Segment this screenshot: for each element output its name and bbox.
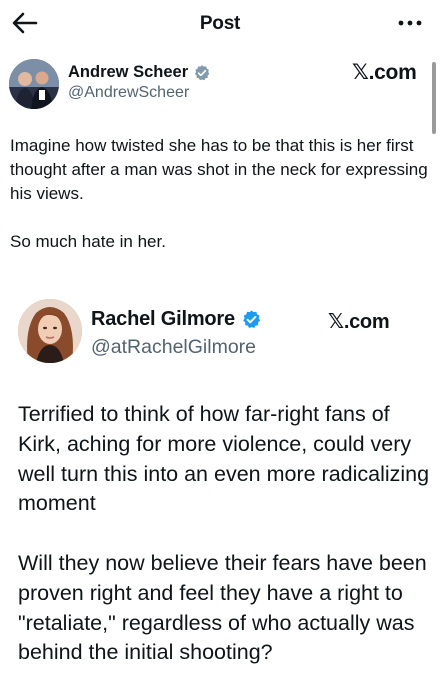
more-options-icon[interactable]	[396, 12, 424, 34]
x-brand-logo: 𝕏.com	[328, 309, 390, 334]
quoted-post-text: Terrified to think of how far-right fans…	[18, 402, 430, 665]
quoted-avatar[interactable]	[18, 299, 82, 363]
quoted-avatar-photo	[18, 299, 82, 363]
brand-suffix: .com	[368, 61, 417, 84]
avatar[interactable]	[9, 59, 59, 109]
author-name-row[interactable]: Andrew Scheer	[68, 63, 211, 82]
quoted-author-name: Rachel Gilmore	[91, 308, 235, 330]
avatar-photo	[9, 59, 59, 109]
x-brand-logo: 𝕏.com	[352, 60, 417, 85]
scrollbar[interactable]	[432, 62, 436, 134]
quoted-author-name-row[interactable]: Rachel Gilmore	[91, 308, 262, 331]
x-logo-icon: 𝕏	[352, 60, 369, 84]
top-bar: Post	[0, 0, 440, 48]
author-name: Andrew Scheer	[68, 63, 189, 81]
verified-badge-icon	[243, 310, 261, 328]
quoted-author-handle[interactable]: @atRachelGilmore	[91, 336, 256, 359]
post-text: Imagine how twisted she has to be that t…	[10, 136, 428, 251]
verified-badge-icon	[195, 64, 210, 80]
author-handle[interactable]: @AndrewScheer	[68, 84, 189, 102]
x-logo-icon: 𝕏	[328, 309, 344, 333]
brand-suffix: .com	[343, 311, 390, 333]
page-title: Post	[199, 13, 241, 34]
